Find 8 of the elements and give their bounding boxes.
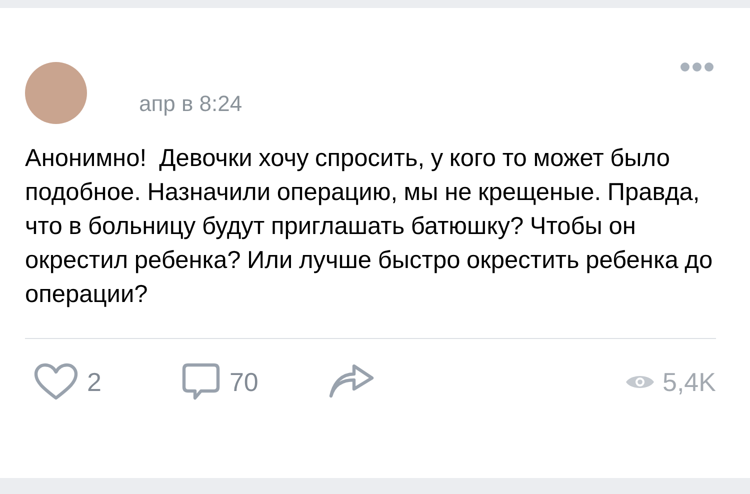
comment-button[interactable]: 70 [181, 362, 258, 402]
heart-icon [33, 363, 79, 401]
post-text: Анонимно! Девочки хочу спросить, у кого то может было подобное. Назначили операцию, мы не крещеные. Правда, что в больницу будут приглашать батюшку? Чтобы он окрестил ребенка? Или лучше быстро окрестить ребенка до операции? [25, 144, 714, 310]
comment-icon [181, 362, 222, 402]
views-count: 5,4K [624, 366, 716, 398]
post-date: апр в 8:24 [139, 91, 242, 116]
more-icon[interactable] [680, 62, 714, 72]
like-button[interactable]: 2 [33, 363, 102, 401]
